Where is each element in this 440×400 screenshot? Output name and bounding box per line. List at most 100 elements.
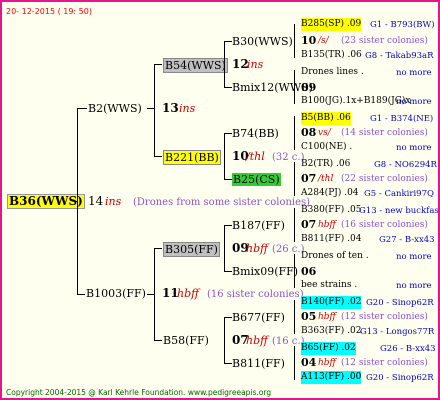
root-note: (Drones from some sister colonies) — [133, 197, 311, 208]
gen3-queen-6[interactable]: B677(FF) — [232, 311, 285, 324]
gen4-topref-2: G1 - B374(NE) — [370, 114, 434, 124]
gen4-num-6: 05 — [301, 310, 317, 323]
gen4-note-2: (14 sister colonies) — [341, 128, 428, 138]
gen4-topref-6: G20 - Sinop62R — [366, 298, 434, 308]
gen4-top-4[interactable]: B380(FF) .05 — [301, 204, 361, 217]
gen1-ins-1: hbff — [177, 287, 199, 300]
gen2-queen-3[interactable]: B58(FF) — [163, 334, 209, 347]
gen3-queen-3[interactable]: B25(CS) — [232, 173, 281, 186]
gen4-note-6: (12 sister colonies) — [341, 312, 428, 322]
gen4-top-1[interactable]: Drones lines . — [301, 66, 364, 79]
gen4-topref-5: no more — [396, 252, 432, 262]
gen2-queen-1[interactable]: B221(BB) — [163, 150, 221, 165]
gen4-num-4: 07 — [301, 218, 317, 231]
gen4-bot-7[interactable]: A113(FF) .00 — [301, 371, 362, 384]
date-stamp: 20- 12-2015 ( 19: 50) — [6, 7, 92, 16]
gen4-top-6[interactable]: B140(FF) .02 — [301, 296, 362, 309]
gen4-num-2: 08 — [301, 126, 317, 139]
gen2-queen-2[interactable]: B305(FF) — [163, 242, 220, 257]
connector — [294, 254, 295, 288]
gen2-ins-3: hbff — [246, 334, 268, 347]
gen4-num-1: 09 — [301, 81, 317, 94]
site-link[interactable]: www.pedigreeapis.org — [188, 388, 271, 397]
connector — [224, 133, 232, 134]
gen4-num-7: 04 — [301, 356, 317, 369]
connector — [294, 70, 295, 104]
gen4-ins-2: vs/ — [318, 128, 331, 138]
connector — [77, 294, 85, 295]
gen4-note-4: (16 sister colonies) — [341, 220, 428, 230]
root-ins: ins — [105, 195, 122, 208]
gen2-note-1: (32 c.) — [272, 152, 305, 163]
gen4-bot-6[interactable]: B363(FF) .02 — [301, 325, 361, 338]
gen4-top-2[interactable]: B5(BB) .06 — [301, 112, 351, 125]
gen1-number-0: 13 — [162, 101, 179, 115]
gen4-botref-7: G20 - Sinop62R — [366, 373, 434, 383]
gen4-bot-4[interactable]: B811(FF) .04 — [301, 233, 361, 246]
gen4-num-5: 06 — [301, 265, 317, 278]
gen4-topref-4: G13 - new buckfas — [359, 206, 439, 216]
gen4-botref-4: G27 - B-xx43 — [379, 235, 435, 245]
connector — [154, 340, 162, 341]
gen4-topref-3: G8 - NO6294R — [374, 160, 437, 170]
gen2-ins-0: ins — [247, 58, 264, 71]
connector — [294, 300, 295, 334]
gen4-ins-0: /s/ — [318, 36, 329, 46]
gen4-top-5[interactable]: Drones of ten . — [301, 250, 369, 263]
gen4-topref-0: G1 - B793(BW) — [370, 20, 435, 30]
connector — [224, 41, 225, 87]
connector — [224, 317, 225, 363]
connector — [294, 162, 295, 196]
gen4-bot-1[interactable]: B100(JG).1x+B189(JG)x — [301, 95, 411, 108]
gen1-ins-0: ins — [179, 102, 196, 115]
gen1-note-1: (16 sister colonies) — [207, 289, 304, 300]
gen3-queen-7[interactable]: B811(FF) — [232, 357, 285, 370]
connector — [294, 346, 295, 380]
gen4-ins-7: hbff — [318, 358, 336, 368]
gen1-queen-1[interactable]: B1003(FF) — [86, 287, 146, 300]
connector — [224, 87, 232, 88]
gen3-queen-5[interactable]: Bmix09(FF) — [232, 265, 298, 278]
gen4-ins-3: /thl — [318, 174, 334, 184]
connector — [224, 179, 232, 180]
gen4-note-0: (23 sister colonies) — [341, 36, 428, 46]
connector — [74, 201, 78, 202]
connector — [147, 294, 155, 295]
connector — [77, 108, 87, 109]
gen4-bot-5[interactable]: bee strains . — [301, 279, 357, 292]
gen4-top-0[interactable]: B285(SP) .09 — [301, 18, 362, 31]
gen4-note-7: (12 sister colonies) — [341, 358, 428, 368]
gen4-bot-3[interactable]: A284(PJ) .04 — [301, 187, 359, 200]
gen2-queen-0[interactable]: B54(WWS) — [163, 58, 228, 73]
gen4-topref-1: no more — [396, 68, 432, 78]
gen4-top-3[interactable]: B2(TR) .06 — [301, 158, 350, 171]
connector — [154, 64, 162, 65]
gen1-queen-0[interactable]: B2(WWS) — [88, 102, 142, 115]
gen4-botref-3: G5 - Cankiri97Q — [364, 189, 434, 199]
gen2-ins-2: hbff — [246, 242, 268, 255]
connector — [294, 24, 295, 58]
connector — [154, 64, 155, 157]
gen4-botref-0: G8 - Takab93aR — [365, 51, 434, 61]
connector — [147, 108, 155, 109]
gen4-ins-4: hbff — [318, 220, 336, 230]
connector — [224, 225, 232, 226]
gen4-note-3: (22 sister colonies) — [341, 174, 428, 184]
gen3-queen-4[interactable]: B187(FF) — [232, 219, 285, 232]
gen2-note-2: (26 c.) — [272, 244, 305, 255]
copyright-text: Copyright 2004-2015 @ Karl Kehrle Founda… — [6, 388, 186, 397]
gen3-queen-2[interactable]: B74(BB) — [232, 127, 279, 140]
connector — [294, 208, 295, 242]
gen3-queen-0[interactable]: B30(WWS) — [232, 35, 293, 48]
pedigree-chart: 20- 12-2015 ( 19: 50) B36(WWS) 14 ins (D… — [0, 0, 440, 400]
connector — [154, 156, 162, 157]
gen4-botref-2: no more — [396, 143, 432, 153]
gen4-botref-6: G13 - Longos77R — [360, 327, 435, 337]
gen4-top-7[interactable]: B65(FF) .02 — [301, 342, 356, 355]
gen4-botref-1: no more — [396, 97, 432, 107]
gen2-ins-1: /thl — [246, 150, 265, 163]
connector — [224, 41, 232, 42]
gen4-bot-0[interactable]: B135(TR) .06 — [301, 49, 362, 62]
gen4-bot-2[interactable]: C100(NE) . — [301, 141, 352, 154]
gen4-topref-7: G26 - B-xx43 — [380, 344, 436, 354]
